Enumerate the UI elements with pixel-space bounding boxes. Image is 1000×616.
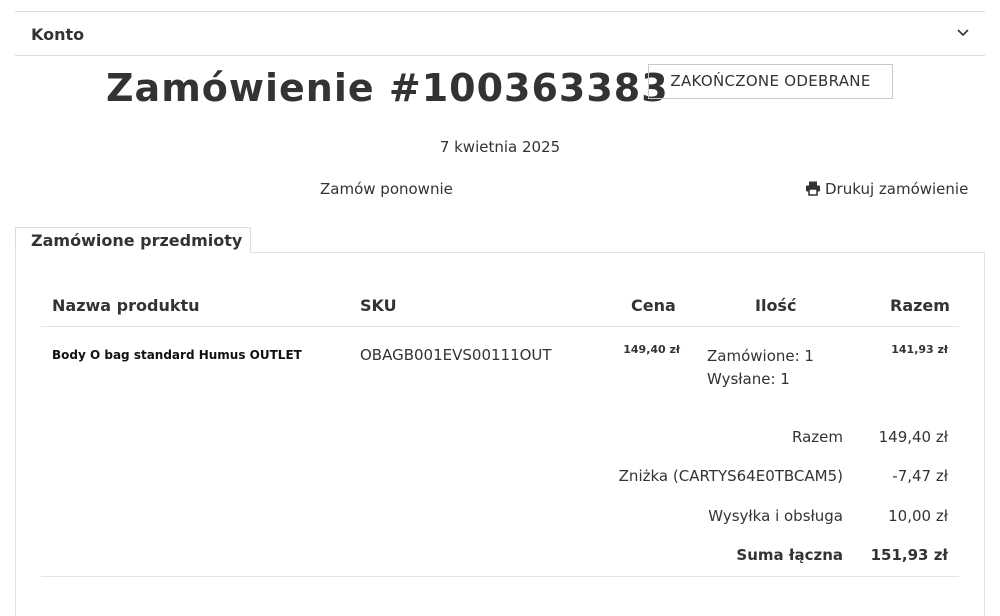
account-accordion[interactable]: Konto: [15, 11, 985, 56]
column-header-sku: SKU: [360, 296, 397, 315]
chevron-down-icon[interactable]: [955, 24, 971, 40]
column-header-total: Razem: [890, 296, 950, 315]
grand-total-label: Suma łączna: [736, 546, 843, 564]
product-price: 149,40 zł: [623, 343, 680, 356]
column-header-price: Cena: [631, 296, 676, 315]
product-name: Body O bag standard Humus OUTLET: [52, 348, 302, 362]
print-order-label: Drukuj zamówienie: [825, 180, 969, 198]
subtotal-label: Razem: [792, 428, 843, 446]
order-date: 7 kwietnia 2025: [439, 138, 561, 156]
status-badge: ZAKOŃCZONE ODEBRANE: [648, 64, 893, 99]
quantity-ordered: Zamówione: 1: [707, 347, 814, 365]
quantity-shipped: Wysłane: 1: [707, 370, 790, 388]
column-header-qty: Ilość: [755, 296, 797, 315]
grand-total-value: 151,93 zł: [870, 546, 948, 564]
discount-value: -7,47 zł: [892, 467, 948, 485]
table-header-divider: [41, 326, 959, 327]
product-row-total: 141,93 zł: [891, 343, 948, 356]
order-view-page: Konto Zamówienie #100363383 ZAKOŃCZONE O…: [0, 0, 1000, 616]
subtotal-value: 149,40 zł: [878, 428, 948, 446]
product-quantity: Zamówione: 1 Wysłane: 1: [707, 345, 814, 391]
shipping-label: Wysyłka i obsługa: [708, 507, 843, 525]
column-header-name: Nazwa produktu: [52, 296, 200, 315]
print-order-link[interactable]: Drukuj zamówienie: [805, 180, 968, 198]
product-sku: OBAGB001EVS00111OUT: [360, 346, 552, 364]
printer-icon: [805, 180, 821, 196]
tab-ordered-items[interactable]: Zamówione przedmioty: [15, 227, 251, 253]
shipping-value: 10,00 zł: [888, 507, 948, 525]
account-accordion-label: Konto: [31, 25, 85, 44]
page-title: Zamówienie #100363383: [106, 66, 669, 110]
tab-ordered-items-label: Zamówione przedmioty: [31, 231, 243, 250]
reorder-link[interactable]: Zamów ponownie: [320, 180, 453, 198]
discount-label: Zniżka (CARTYS64E0TBCAM5): [618, 467, 843, 485]
summary-bottom-divider: [41, 576, 959, 577]
